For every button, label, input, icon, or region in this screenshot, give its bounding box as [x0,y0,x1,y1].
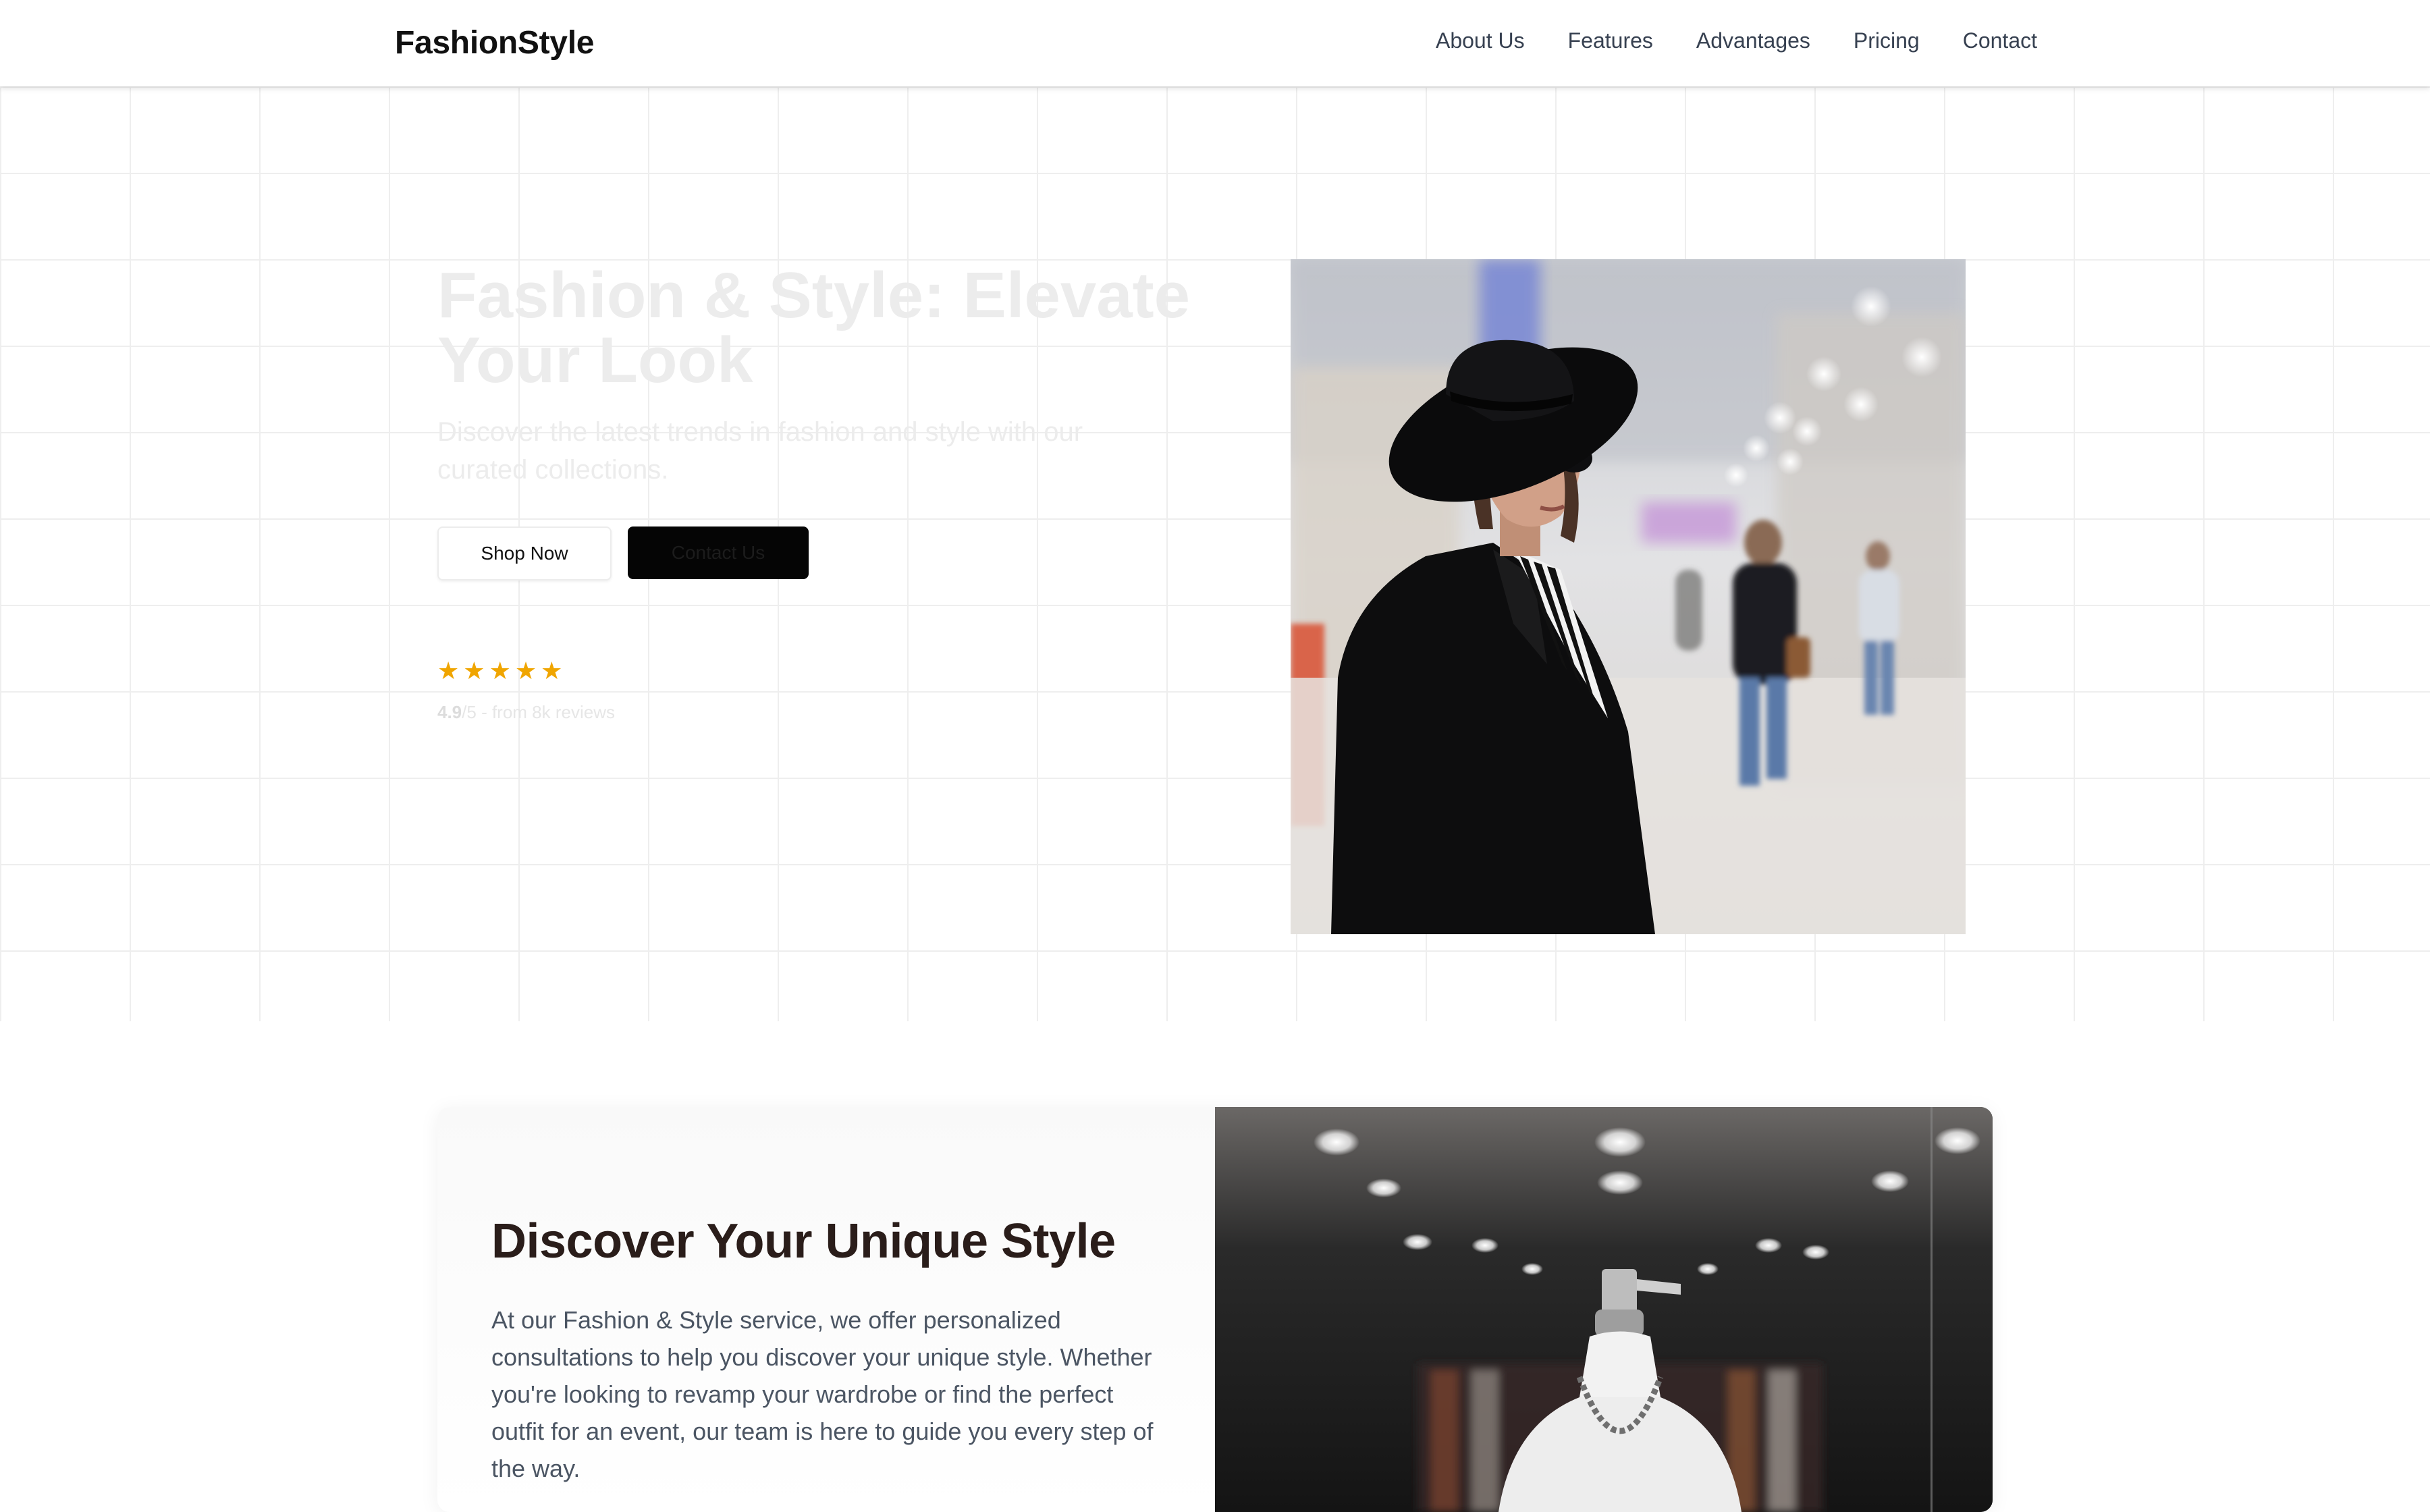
shop-now-button[interactable]: Shop Now [437,526,612,580]
hero-title: Fashion & Style: Elevate Your Look [437,259,1191,396]
star-icon: ★ [489,657,511,684]
hero-fashion-photo [1291,259,1966,934]
rating-source: /5 - from 8k reviews [462,702,615,722]
brand-logo[interactable]: FashionStyle [395,24,594,61]
discover-title: Discover Your Unique Style [491,1214,1116,1268]
star-icon: ★ [437,657,460,684]
rating-value: 4.9 [437,702,462,722]
star-icon: ★ [514,657,537,684]
mannequin-boutique-photo [1215,1107,1993,1512]
rating-text: 4.9/5 - from 8k reviews [437,702,615,723]
star-icon: ★ [541,657,563,684]
nav-link-contact[interactable]: Contact [1963,28,2037,53]
discover-body-text: At our Fashion & Style service, we offer… [491,1306,1154,1482]
nav-link-about-us[interactable]: About Us [1436,28,1525,53]
main-nav: About Us Features Advantages Pricing Con… [1436,28,2037,53]
site-header: FashionStyle About Us Features Advantage… [0,0,2430,86]
nav-link-features[interactable]: Features [1568,28,1653,53]
nav-link-pricing[interactable]: Pricing [1854,28,1920,53]
contact-us-button[interactable]: Contact Us [628,526,809,579]
rating-stars: ★ ★ ★ ★ ★ [437,657,562,684]
nav-link-advantages[interactable]: Advantages [1696,28,1810,53]
discover-section: Discover Your Unique Style At our Fashio… [437,1107,1993,1512]
hero-subtitle: Discover the latest trends in fashion an… [437,417,1083,485]
hero-section: Fashion & Style: Elevate Your Look Disco… [0,86,2430,1021]
discover-text-panel: Discover Your Unique Style At our Fashio… [437,1107,1215,1512]
star-icon: ★ [463,657,485,684]
